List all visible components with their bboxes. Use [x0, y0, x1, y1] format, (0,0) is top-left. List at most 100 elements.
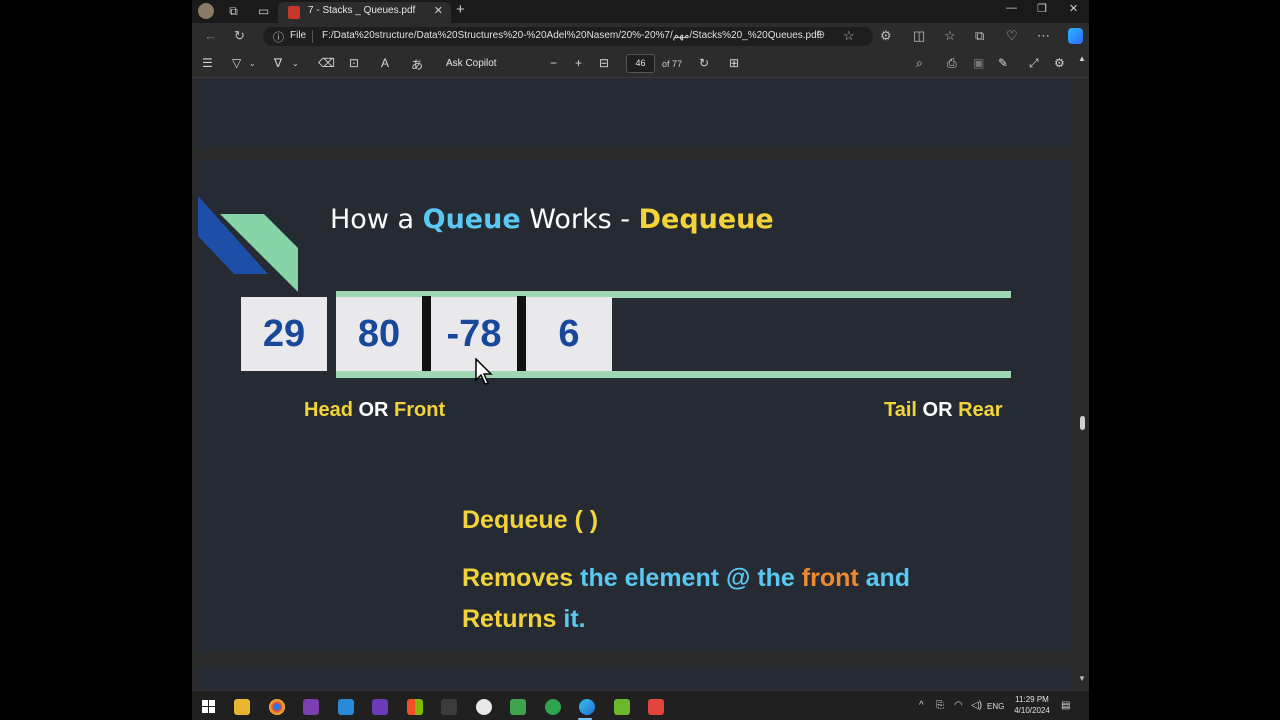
ask-copilot-button[interactable]: Ask Copilot: [446, 58, 497, 69]
pdf-settings-icon[interactable]: ⚙: [1054, 56, 1065, 70]
front-text: Front: [394, 399, 446, 421]
queue-cell: -78: [431, 297, 517, 371]
translate-icon[interactable]: あ: [411, 56, 423, 73]
fullscreen-icon[interactable]: ⤢: [1029, 56, 1039, 71]
vertical-scrollbar[interactable]: [1077, 78, 1089, 690]
title-prefix: How a: [330, 204, 423, 235]
tail-or: OR: [916, 399, 959, 421]
notifications-icon[interactable]: ▤: [1061, 700, 1070, 711]
draw-icon[interactable]: ∇: [274, 56, 282, 70]
queue-divider: [422, 296, 431, 371]
info-icon[interactable]: ⓘ: [273, 29, 284, 45]
app-icon-tiles[interactable]: [407, 699, 423, 715]
method-name: Dequeue ( ): [462, 506, 599, 534]
collections-icon[interactable]: ⧉: [975, 28, 984, 44]
desc-front: front: [801, 564, 859, 592]
scroll-up-top-icon[interactable]: ▲: [1078, 54, 1086, 63]
tray-network-icon[interactable]: ⎘: [936, 700, 944, 711]
onenote-icon[interactable]: [303, 699, 319, 715]
page-total: of 77: [662, 59, 683, 69]
address-separator: [312, 30, 313, 43]
head-or: OR: [352, 399, 395, 421]
favorite-star-icon[interactable]: ☆: [843, 28, 855, 44]
restore-icon[interactable]: ❐: [1037, 2, 1047, 15]
app-icon-c-red[interactable]: [648, 699, 664, 715]
settings-more-icon[interactable]: ⋯: [1037, 28, 1050, 44]
language-indicator[interactable]: ENG: [987, 702, 1004, 711]
fit-page-icon[interactable]: ⊟: [599, 56, 609, 70]
clock-date: 4/10/2024: [1014, 706, 1050, 715]
description-line-2: Returns it.: [462, 605, 1022, 634]
desc-and: and: [858, 564, 911, 592]
app-icon-arch[interactable]: [441, 699, 457, 715]
profile-avatar[interactable]: [198, 3, 214, 19]
scrollbar-thumb[interactable]: [1080, 416, 1085, 430]
close-window-icon[interactable]: ✕: [1069, 2, 1078, 15]
zoom-icon[interactable]: ⊕: [816, 28, 825, 41]
title-middle: Works -: [520, 204, 639, 235]
desc-returns: Returns: [462, 605, 557, 633]
address-field[interactable]: ⓘ File F:/Data%20structure/Data%20Struct…: [263, 27, 873, 46]
title-dequeue: Deque‌ue: [638, 204, 774, 235]
queue-bottom-rail: [336, 371, 1011, 378]
chrome-icon[interactable]: [269, 699, 285, 715]
slide-decoration: [198, 196, 298, 292]
minimize-icon[interactable]: —: [1006, 2, 1017, 14]
volume-icon[interactable]: ◁): [971, 700, 982, 711]
copilot-icon[interactable]: [1068, 28, 1083, 44]
contents-icon[interactable]: ☰: [202, 56, 213, 70]
vscode-icon[interactable]: [338, 699, 354, 715]
queue-divider: [517, 296, 526, 371]
zoom-in-icon[interactable]: +: [575, 56, 582, 70]
tray-chevron-icon[interactable]: ^: [919, 700, 924, 711]
extensions-icon[interactable]: ⚙: [880, 28, 892, 44]
zoom-out-icon[interactable]: −: [550, 56, 557, 70]
current-slide: How a Queue Works - Deque‌ue 29 80 -78 6…: [198, 160, 1072, 652]
erase-icon[interactable]: ⌫: [318, 56, 335, 70]
close-tab-icon[interactable]: ✕: [434, 4, 443, 17]
app-icon-c-green[interactable]: [614, 699, 630, 715]
head-label: Head OR Front: [304, 399, 445, 422]
text-icon[interactable]: ⊡: [349, 56, 359, 70]
draw-dropdown-icon[interactable]: ⌄: [292, 59, 299, 68]
clock[interactable]: 11:29 PM 4/10/2024: [1010, 694, 1054, 716]
screen: ⧉ ▭ 7 - Stacks _ Queues.pdf ✕ + — ❐ ✕ ← …: [192, 0, 1089, 720]
tab-title: 7 - Stacks _ Queues.pdf: [308, 5, 416, 16]
read-aloud-icon[interactable]: A: [381, 56, 389, 70]
tail-label: Tail OR Rear: [884, 399, 1003, 422]
search-icon[interactable]: ⌕: [916, 56, 923, 71]
pdf-document-area[interactable]: How a Queue Works - Deque‌ue 29 80 -78 6…: [192, 78, 1089, 690]
print-icon[interactable]: ⎙: [947, 56, 957, 71]
start-button[interactable]: [202, 700, 215, 713]
app-icon-green[interactable]: [545, 699, 561, 715]
highlight-icon[interactable]: ▽: [232, 56, 241, 70]
visual-studio-icon[interactable]: [372, 699, 388, 715]
edge-icon[interactable]: [579, 699, 595, 715]
queue-cell: 80: [336, 297, 422, 371]
refresh-icon[interactable]: ↻: [234, 28, 245, 44]
address-path: F:/Data%20structure/Data%20Structures%20…: [322, 30, 820, 41]
highlight-dropdown-icon[interactable]: ⌄: [249, 59, 256, 68]
save-as-icon[interactable]: ✎: [998, 56, 1008, 70]
page-number-input[interactable]: 46: [626, 54, 655, 73]
workspaces-icon[interactable]: ⧉: [225, 3, 242, 20]
pdf-icon: [288, 6, 300, 19]
file-explorer-icon[interactable]: [234, 699, 250, 715]
rotate-icon[interactable]: ↻: [699, 56, 709, 70]
browser-essentials-icon[interactable]: ♡: [1006, 28, 1018, 44]
page-view-icon[interactable]: ⊞: [729, 56, 739, 70]
save-icon[interactable]: ▣: [973, 56, 984, 70]
app-icon-circle[interactable]: [476, 699, 492, 715]
tab-active[interactable]: 7 - Stacks _ Queues.pdf ✕: [278, 2, 451, 23]
new-tab-icon[interactable]: +: [456, 1, 465, 18]
address-scheme: File: [290, 30, 307, 41]
favorites-icon[interactable]: ☆: [944, 28, 956, 44]
tab-actions-icon[interactable]: ▭: [255, 3, 272, 20]
scroll-down-icon[interactable]: ▼: [1078, 674, 1086, 683]
split-screen-icon[interactable]: ◫: [913, 28, 925, 44]
tail-text: Tail: [884, 399, 917, 421]
back-icon[interactable]: ←: [204, 28, 217, 43]
app-icon-notes[interactable]: [510, 699, 526, 715]
next-page: [198, 666, 1072, 690]
wifi-icon[interactable]: ◠: [954, 700, 963, 711]
